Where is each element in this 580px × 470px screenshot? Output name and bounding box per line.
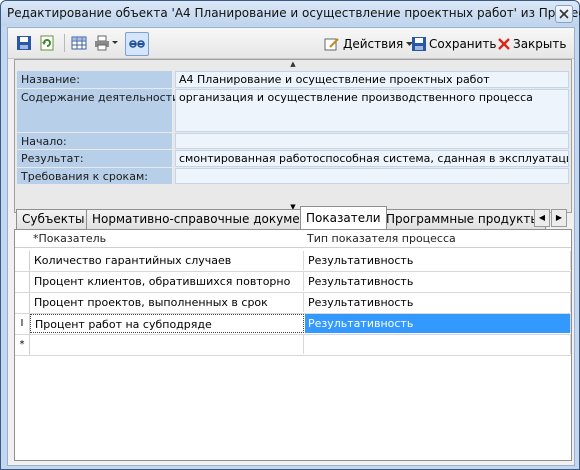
column-header-type[interactable]: Тип показателя процесса [307, 232, 456, 245]
window-title: Редактирование объекта 'А4 Планирование … [7, 6, 580, 20]
collapse-up-arrow-icon[interactable]: ▲ [15, 60, 571, 68]
toolbar-separator [64, 34, 65, 52]
property-value-name[interactable]: А4 Планирование и осуществление проектны… [175, 71, 569, 88]
property-row-result: Результат: смонтированная работоспособна… [17, 150, 569, 167]
chevron-down-icon[interactable] [112, 41, 118, 45]
window-client: Действия Сохранить Закрыть ▲ Название: А… [7, 27, 575, 466]
table-row-selected[interactable]: I Процент работ на субподряде Результати… [15, 314, 571, 335]
edit-actions-icon [324, 38, 339, 51]
cell-type[interactable]: Результативность [305, 314, 571, 333]
print-icon[interactable] [94, 35, 110, 51]
property-label: Результат: [17, 150, 172, 167]
close-icon [498, 38, 510, 50]
property-value-result[interactable]: смонтированная работоспособная система, … [175, 150, 569, 167]
title-bar[interactable]: Редактирование объекта 'А4 Планирование … [1, 1, 580, 26]
link-toggle-button[interactable] [125, 32, 149, 56]
cell-indicator[interactable]: Процент проектов, выполненных в срок [30, 293, 304, 312]
current-row-marker[interactable]: I [15, 314, 30, 334]
tab-normative-docs[interactable]: Нормативно-справочные документы [86, 209, 330, 229]
row-header[interactable] [15, 272, 30, 292]
property-row-content: Содержание деятельности: организация и о… [17, 89, 569, 132]
window-close-button[interactable] [555, 5, 573, 23]
properties-panel: ▲ Название: А4 Планирование и осуществле… [14, 59, 572, 213]
actions-menu-button[interactable]: Действия [324, 36, 414, 52]
actions-label: Действия [343, 37, 404, 51]
new-row[interactable]: * [15, 335, 571, 356]
tab-indicators[interactable]: Показатели [300, 206, 387, 229]
property-row-name: Название: А4 Планирование и осуществлени… [17, 71, 569, 88]
column-header-indicator[interactable]: *Показатель [33, 232, 106, 245]
property-value-content[interactable]: организация и осуществление производстве… [175, 89, 569, 132]
property-value-deadlines[interactable] [175, 168, 569, 184]
row-header[interactable] [15, 293, 30, 313]
grid-header: *Показатель Тип показателя процесса [15, 230, 571, 248]
close-icon [559, 9, 569, 19]
tab-subjects[interactable]: Субъекты [16, 209, 91, 229]
indicators-grid: *Показатель Тип показателя процесса Коли… [14, 229, 572, 461]
tab-strip: Субъекты Нормативно-справочные документы… [14, 206, 570, 230]
cell-type[interactable]: Результативность [305, 293, 571, 312]
save-icon [412, 37, 426, 51]
row-header[interactable] [15, 251, 30, 271]
table-icon[interactable] [71, 35, 87, 51]
close-button[interactable]: Закрыть [498, 36, 566, 52]
table-row[interactable]: Количество гарантийных случаев Результат… [15, 251, 571, 272]
refresh-icon[interactable] [39, 35, 55, 51]
tab-scroll-right-button[interactable]: ▶ [551, 209, 567, 227]
property-value-start[interactable] [175, 133, 569, 149]
save-label: Сохранить [429, 37, 497, 51]
save-disk-icon[interactable] [16, 35, 32, 51]
editor-window: Редактирование объекта 'А4 Планирование … [0, 0, 580, 470]
cell-type[interactable]: Результативность [305, 251, 571, 270]
tab-scroll-left-button[interactable]: ◀ [534, 209, 550, 227]
cell-indicator[interactable]: Процент работ на субподряде [30, 314, 304, 333]
table-row[interactable]: Процент клиентов, обратившихся повторно … [15, 272, 571, 293]
cell-type-new[interactable] [305, 335, 571, 354]
property-label: Требования к срокам: [17, 168, 172, 184]
property-row-deadlines: Требования к срокам: [17, 168, 569, 184]
close-label: Закрыть [513, 37, 567, 51]
table-row[interactable]: Процент проектов, выполненных в срок Рез… [15, 293, 571, 314]
cell-type[interactable]: Результативность [305, 272, 571, 291]
cell-indicator[interactable]: Процент клиентов, обратившихся повторно [30, 272, 304, 291]
toolbar: Действия Сохранить Закрыть [8, 28, 574, 59]
link-icon [129, 40, 145, 48]
new-row-marker[interactable]: * [15, 335, 30, 355]
cell-indicator[interactable]: Количество гарантийных случаев [30, 251, 304, 270]
property-label: Начало: [17, 133, 172, 149]
cell-indicator-new[interactable] [30, 335, 304, 354]
property-label: Название: [17, 71, 172, 88]
save-button[interactable]: Сохранить [412, 36, 497, 52]
property-label: Содержание деятельности: [17, 89, 183, 132]
property-row-start: Начало: [17, 133, 569, 149]
tab-software[interactable]: Программные продукты [380, 209, 546, 229]
